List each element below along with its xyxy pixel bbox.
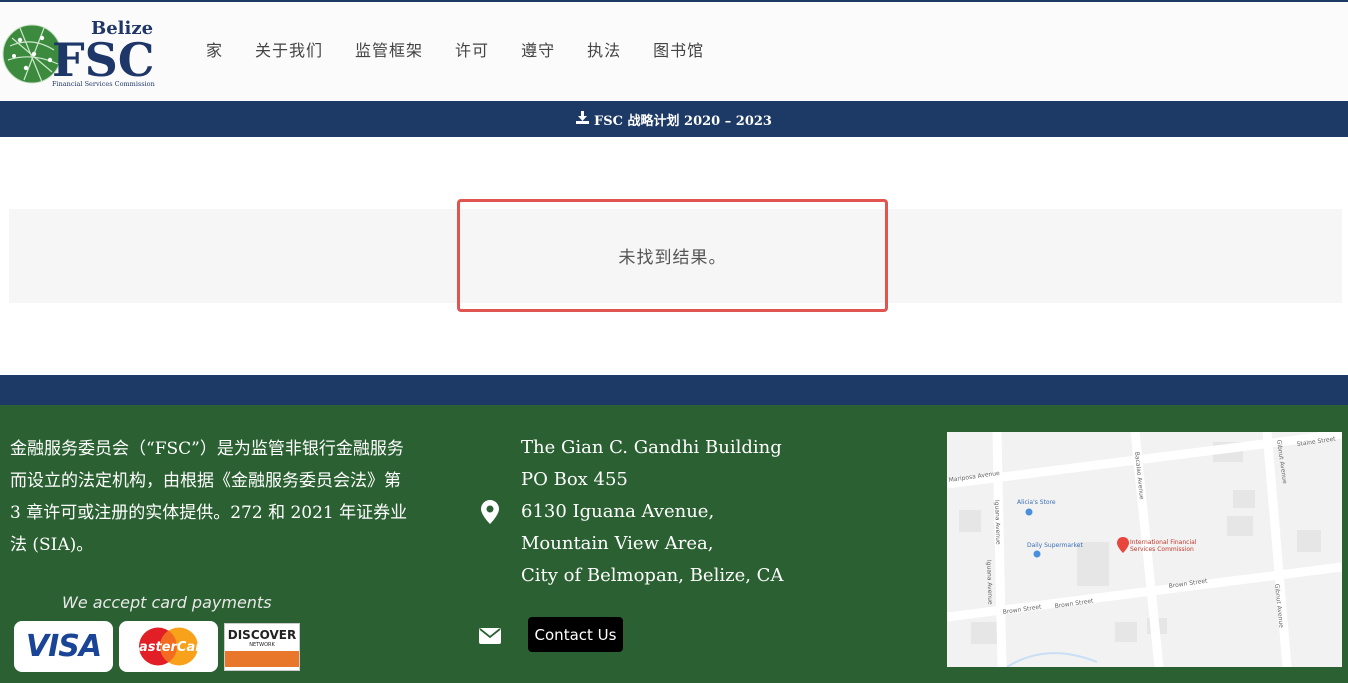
site-footer: 金融服务委员会（“FSC”）是为监管非银行金融服务而设立的法定机构，由根据《金融… bbox=[0, 405, 1348, 683]
no-results-message: 未找到结果。 bbox=[457, 199, 888, 312]
nav-enforcement[interactable]: 执法 bbox=[587, 40, 621, 62]
address-line: Mountain View Area, bbox=[521, 533, 714, 554]
nav-library[interactable]: 图书馆 bbox=[653, 40, 704, 62]
no-results-text: 未找到结果。 bbox=[618, 248, 727, 268]
site-header: Belize FSC Financial Services Commission… bbox=[0, 0, 1348, 101]
svg-text:Financial Services Commission: Financial Services Commission bbox=[52, 80, 155, 88]
address-line: PO Box 455 bbox=[521, 469, 628, 490]
fsc-logo-icon: Belize FSC Financial Services Commission bbox=[2, 18, 155, 88]
card-payments-label: We accept card payments bbox=[62, 593, 272, 612]
nav-home[interactable]: 家 bbox=[206, 40, 223, 62]
strategic-plan-bar: FSC 战略计划 2020 – 2023 bbox=[0, 101, 1348, 137]
fsc-logo[interactable]: Belize FSC Financial Services Commission bbox=[2, 16, 162, 92]
envelope-icon bbox=[479, 628, 501, 644]
visa-card-icon: VISA bbox=[14, 621, 113, 672]
visa-label: VISA bbox=[25, 629, 102, 664]
mastercard-card-icon: MasterCard bbox=[119, 621, 218, 672]
main-nav: 家 关于我们 监管框架 许可 遵守 执法 图书馆 bbox=[190, 40, 720, 62]
svg-text:International Financial: International Financial bbox=[1130, 539, 1197, 546]
discover-card-icon: DISCOVER NETWORK bbox=[224, 623, 300, 671]
nav-about[interactable]: 关于我们 bbox=[255, 40, 323, 62]
address-line: City of Belmopan, Belize, CA bbox=[521, 565, 784, 586]
download-icon bbox=[576, 110, 590, 128]
address-line: The Gian C. Gandhi Building bbox=[521, 437, 782, 458]
strategic-plan-link[interactable]: FSC 战略计划 2020 – 2023 bbox=[594, 110, 772, 129]
discover-label: DISCOVER bbox=[227, 627, 297, 642]
footer-about-text: 金融服务委员会（“FSC”）是为监管非银行金融服务而设立的法定机构，由根据《金融… bbox=[10, 439, 408, 555]
footer-address: The Gian C. Gandhi Building PO Box 455 6… bbox=[521, 432, 783, 592]
footer-top-strip bbox=[0, 375, 1348, 405]
nav-regulatory-framework[interactable]: 监管框架 bbox=[355, 40, 423, 62]
svg-text:Alicia's Store: Alicia's Store bbox=[1017, 499, 1056, 506]
svg-text:Daily Supermarket: Daily Supermarket bbox=[1027, 542, 1084, 549]
contact-us-button[interactable]: Contact Us bbox=[528, 617, 623, 652]
location-map[interactable]: Staine Street Mariposa Avenue Bacalao Av… bbox=[947, 432, 1342, 667]
address-line: 6130 Iguana Avenue, bbox=[521, 501, 715, 522]
svg-text:FSC: FSC bbox=[52, 33, 155, 87]
svg-text:Services Commission: Services Commission bbox=[1130, 546, 1194, 553]
nav-licensing[interactable]: 许可 bbox=[455, 40, 489, 62]
map-pin-icon bbox=[481, 500, 499, 524]
payment-cards: VISA MasterCard DISCOVER NETWORK bbox=[14, 621, 306, 672]
discover-stripe bbox=[225, 650, 299, 667]
nav-compliance[interactable]: 遵守 bbox=[521, 40, 555, 62]
discover-network-label: NETWORK bbox=[249, 641, 275, 648]
svg-text:MasterCard: MasterCard bbox=[126, 640, 212, 655]
